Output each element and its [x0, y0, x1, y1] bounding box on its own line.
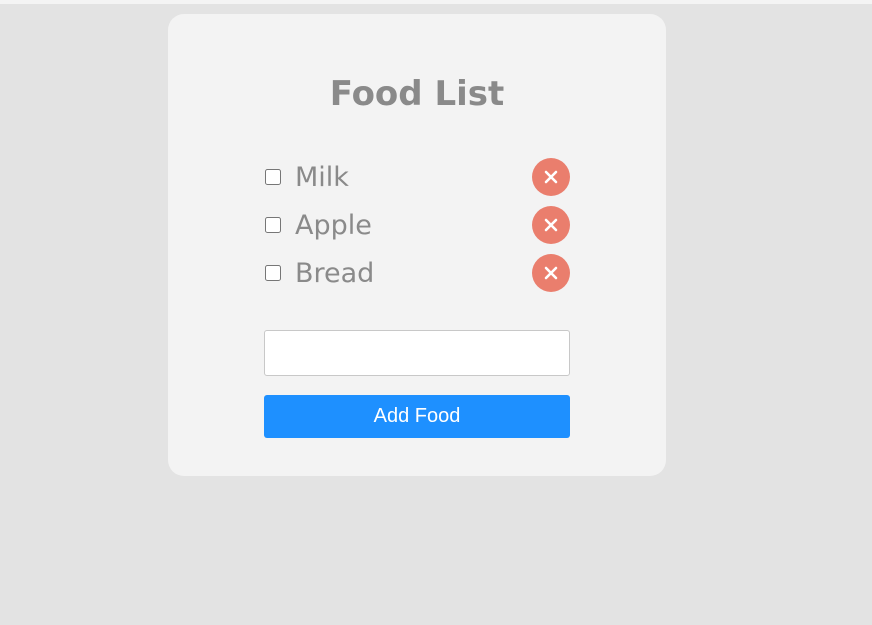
remove-item-button[interactable] [532, 254, 570, 292]
item-checkbox[interactable] [265, 169, 281, 185]
add-food-button[interactable]: Add Food [264, 395, 570, 438]
item-checkbox[interactable] [265, 217, 281, 233]
food-list: Milk Apple Bread [264, 158, 570, 302]
list-item: Bread [264, 254, 570, 302]
item-checkbox[interactable] [265, 265, 281, 281]
item-label: Bread [295, 258, 375, 289]
remove-item-button[interactable] [532, 206, 570, 244]
remove-item-button[interactable] [532, 158, 570, 196]
item-label: Apple [295, 210, 372, 241]
item-label: Milk [295, 162, 349, 193]
top-strip [0, 0, 872, 4]
close-icon [544, 218, 558, 232]
list-item: Milk [264, 158, 570, 206]
list-item: Apple [264, 206, 570, 254]
food-input[interactable] [264, 330, 570, 376]
close-icon [544, 170, 558, 184]
food-list-card: Food List Milk Apple Bread Add Food [168, 14, 666, 476]
close-icon [544, 266, 558, 280]
page-title: Food List [329, 74, 505, 114]
